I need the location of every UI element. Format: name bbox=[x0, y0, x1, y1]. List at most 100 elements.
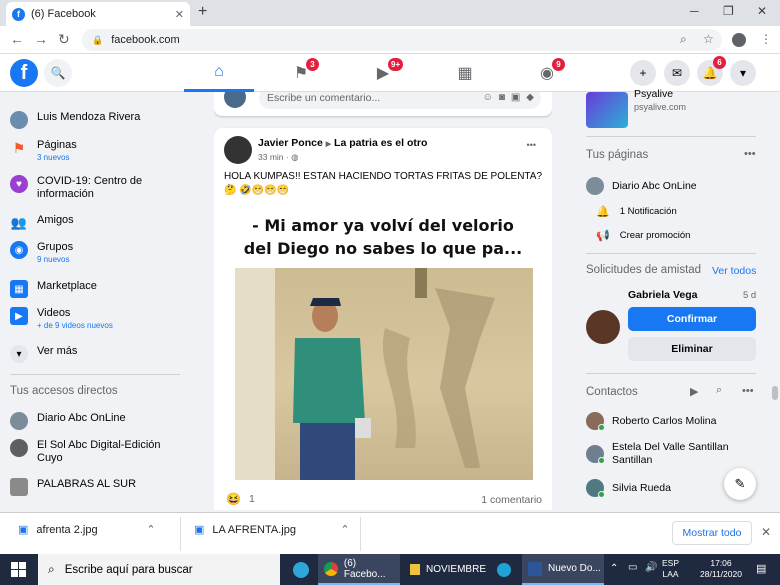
window-close-button[interactable]: ✕ bbox=[757, 4, 767, 18]
sidebar-item-groups[interactable]: ◉ Grupos 9 nuevos bbox=[10, 241, 73, 265]
groups-icon: ◉ bbox=[10, 241, 28, 259]
post-author[interactable]: Javier Ponce bbox=[258, 137, 323, 149]
avatar bbox=[586, 177, 604, 195]
search-icon: ⌕ bbox=[48, 562, 55, 576]
show-all-button[interactable]: Mostrar todo bbox=[672, 521, 752, 545]
right-sidebar: Psyalive psyalive.com Tus páginas ••• Di… bbox=[586, 88, 766, 510]
home-icon[interactable]: ⌂ bbox=[184, 54, 254, 92]
confirm-button[interactable]: Confirmar bbox=[628, 307, 756, 331]
taskbar-search-input[interactable]: ⌕ Escribe aquí para buscar bbox=[38, 554, 280, 585]
chevron-up-icon[interactable]: ⌃ bbox=[340, 523, 349, 536]
search-icon[interactable]: 🔍 bbox=[44, 59, 72, 87]
sidebar-item-pages[interactable]: ⚑ Páginas 3 nuevos bbox=[10, 139, 77, 163]
notifications-bell-icon[interactable]: 🔔 6 bbox=[697, 56, 726, 86]
create-plus-icon[interactable]: + bbox=[630, 60, 656, 86]
page-item[interactable]: Diario Abc OnLine bbox=[586, 177, 697, 195]
sidebar-item-sub: + de 9 videos nuevos bbox=[37, 321, 113, 330]
facebook-logo[interactable]: f bbox=[10, 59, 38, 87]
shortcut-item[interactable]: PALABRAS AL SUR bbox=[10, 478, 136, 496]
delete-button[interactable]: Eliminar bbox=[628, 337, 756, 361]
request-name[interactable]: Gabriela Vega bbox=[628, 289, 697, 301]
notification-center-icon[interactable]: ▤ bbox=[756, 562, 766, 575]
minimize-button[interactable]: ─ bbox=[690, 4, 699, 18]
pages-flag-icon[interactable]: ⚑ 3 bbox=[266, 54, 336, 92]
globe-icon: ◍ bbox=[291, 152, 299, 162]
download-item[interactable]: ▣ LA AFRENTA.jpg ⌃ bbox=[194, 523, 350, 537]
url-input[interactable]: 🔒 facebook.com bbox=[82, 29, 722, 51]
messenger-icon[interactable]: ✉ bbox=[664, 60, 690, 86]
meme-illustration bbox=[235, 268, 495, 480]
page-create-promo[interactable]: 📢 Crear promoción bbox=[596, 229, 690, 242]
chevron-up-icon[interactable]: ⌃ bbox=[146, 523, 155, 536]
sidebar-item-profile[interactable]: Luis Mendoza Rivera bbox=[10, 111, 140, 129]
search-icon[interactable]: ⌕ bbox=[716, 384, 722, 397]
contacts-more-icon[interactable]: ••• bbox=[742, 385, 754, 397]
scrollbar-thumb[interactable] bbox=[772, 386, 778, 400]
new-message-edit-icon[interactable]: ✎ bbox=[724, 468, 756, 500]
notifications-label: 1 Notificación bbox=[619, 206, 677, 217]
edge-app-icon[interactable] bbox=[288, 554, 314, 585]
download-bar-close-icon[interactable]: ✕ bbox=[761, 525, 771, 539]
browser-tab[interactable]: f (6) Facebook ✕ bbox=[6, 2, 190, 26]
maximize-button[interactable]: ❐ bbox=[723, 4, 734, 18]
post-group[interactable]: La patria es el otro bbox=[334, 137, 427, 149]
reload-icon[interactable]: ↻ bbox=[58, 31, 70, 48]
zoom-icon[interactable]: ⌕ bbox=[680, 32, 687, 47]
shortcut-item[interactable]: Diario Abc OnLine bbox=[10, 412, 126, 430]
windows-start-icon[interactable] bbox=[11, 562, 26, 577]
post-more-icon[interactable]: ••• bbox=[527, 140, 536, 150]
marketplace-icon[interactable]: ▦ bbox=[430, 54, 500, 92]
system-tray-chevron-up-icon[interactable]: ⌃ bbox=[610, 563, 618, 574]
watch-icon[interactable]: ▶ 9+ bbox=[348, 54, 418, 92]
language-indicator[interactable]: ESP LAA bbox=[662, 558, 679, 580]
groups-icon[interactable]: ◉ 9 bbox=[512, 54, 582, 92]
forward-arrow-icon[interactable]: → bbox=[34, 31, 48, 47]
clock[interactable]: 17:06 28/11/2020 bbox=[696, 558, 746, 580]
taskbar-app-edge2[interactable] bbox=[490, 554, 518, 585]
volume-icon[interactable]: 🔊 bbox=[645, 562, 657, 573]
browser-tab-bar: f (6) Facebook ✕ + ─ ❐ ✕ bbox=[0, 0, 780, 26]
network-icon[interactable]: ▭ bbox=[628, 562, 637, 573]
sidebar-item-friends[interactable]: 👥 Amigos bbox=[10, 214, 74, 232]
previous-post-card: Escribe un comentario... ☺◙▣◆ bbox=[214, 92, 552, 116]
new-tab-button[interactable]: + bbox=[198, 3, 207, 21]
contact-item[interactable]: Estela Del Valle Santillan Santillan bbox=[586, 441, 752, 467]
sidebar-item-see-more[interactable]: ▾ Ver más bbox=[10, 345, 77, 363]
taskbar-app-folder[interactable]: NOVIEMBRE bbox=[404, 554, 486, 585]
sidebar-item-covid[interactable]: ♥ COVID-19: Centro de información bbox=[10, 175, 177, 201]
ad-title[interactable]: Psyalive bbox=[634, 88, 673, 100]
avatar[interactable] bbox=[224, 136, 252, 164]
scrollbar[interactable] bbox=[770, 92, 780, 510]
sidebar-item-videos[interactable]: ▶ Videos + de 9 videos nuevos bbox=[10, 307, 113, 331]
browser-menu-icon[interactable]: ⋮ bbox=[760, 32, 772, 46]
sidebar-item-marketplace[interactable]: ▦ Marketplace bbox=[10, 280, 97, 298]
avatar bbox=[586, 445, 605, 464]
comment-attach-icons[interactable]: ☺◙▣◆ bbox=[483, 92, 540, 103]
account-chevron-down-icon[interactable]: ▾ bbox=[730, 60, 756, 86]
page-notifications[interactable]: 🔔 1 Notificación bbox=[596, 205, 677, 218]
online-indicator bbox=[598, 457, 605, 464]
video-play-icon: ▶ bbox=[10, 307, 28, 325]
taskbar-search-placeholder: Escribe aquí para buscar bbox=[64, 563, 193, 576]
taskbar-app-chrome[interactable]: (6) Facebo... bbox=[318, 554, 400, 585]
contact-item[interactable]: Silvia Rueda bbox=[586, 479, 671, 498]
reaction-summary[interactable]: 😆 1 bbox=[226, 492, 255, 506]
pages-more-icon[interactable]: ••• bbox=[744, 148, 756, 160]
download-filename: LA AFRENTA.jpg bbox=[212, 523, 296, 536]
shortcut-item[interactable]: El Sol Abc Digital-Edición Cuyo bbox=[10, 439, 177, 465]
profile-icon[interactable] bbox=[732, 33, 746, 47]
taskbar-app-word[interactable]: Nuevo Do... bbox=[522, 554, 604, 585]
avatar[interactable] bbox=[586, 310, 620, 344]
video-call-icon[interactable]: ▶ bbox=[690, 385, 698, 398]
back-arrow-icon[interactable]: ← bbox=[10, 31, 24, 47]
tab-close-icon[interactable]: ✕ bbox=[175, 8, 184, 21]
post-time-text[interactable]: 33 min bbox=[258, 152, 284, 162]
see-all-link[interactable]: Ver todos bbox=[712, 265, 756, 277]
bookmark-star-icon[interactable]: ☆ bbox=[703, 32, 714, 46]
download-item[interactable]: ▣ afrenta 2.jpg ⌃ bbox=[18, 523, 156, 537]
taskbar-app-label: NOVIEMBRE bbox=[425, 564, 486, 575]
comment-count[interactable]: 1 comentario bbox=[481, 494, 542, 506]
post-image[interactable]: - Mi amor ya volví del velorio del Diego… bbox=[214, 204, 552, 486]
contact-item[interactable]: Roberto Carlos Molina bbox=[586, 412, 716, 431]
ad-thumbnail[interactable] bbox=[586, 92, 628, 128]
